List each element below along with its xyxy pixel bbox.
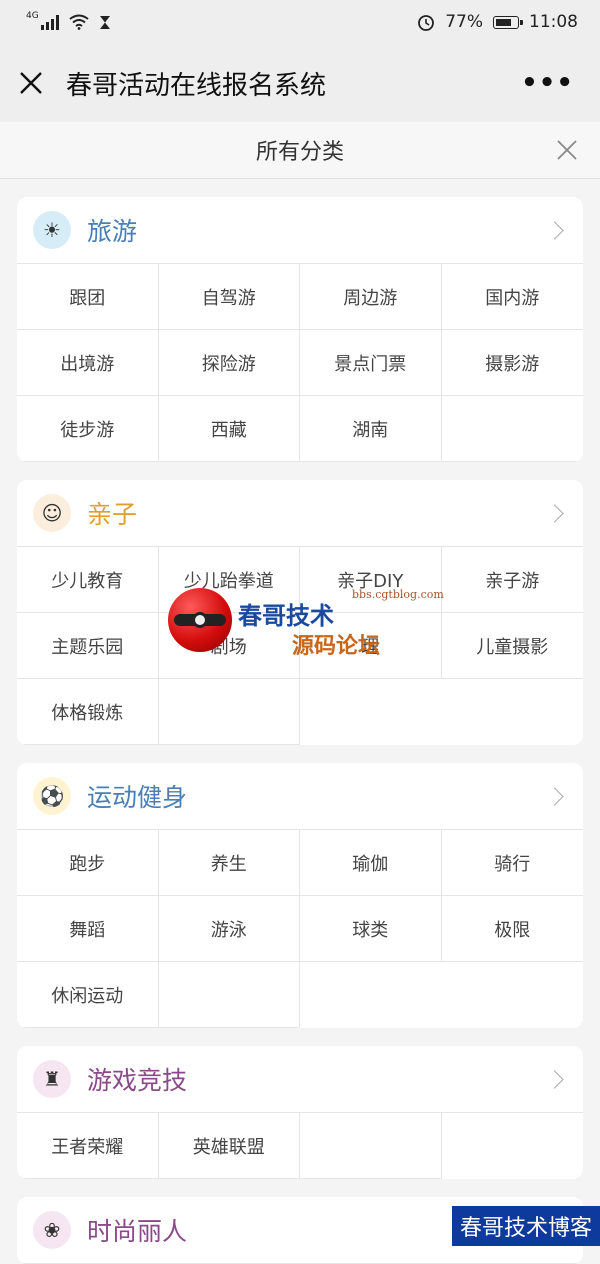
section-title: 旅游 [87, 217, 138, 246]
category-item[interactable]: 出境游 [17, 330, 159, 396]
game-icon: ♜ [33, 1060, 71, 1098]
battery-fill [496, 18, 511, 26]
category-section: ☀ 旅游跟团 自驾游 周边游 国内游出境游 探险游 景点门票 摄影游徒步游 西藏 湖南 [17, 197, 583, 462]
category-item[interactable]: 极限 [441, 896, 583, 962]
status-left: 4G [26, 10, 111, 30]
empty-cell [300, 1113, 442, 1179]
category-item[interactable]: 休闲运动 [17, 962, 159, 1028]
section-title: 运动健身 [87, 783, 188, 812]
category-item[interactable]: 亲子游 [441, 547, 583, 613]
watermark-text-2: 源码论坛 [292, 633, 381, 659]
category-item[interactable]: 主题乐园 [17, 613, 159, 679]
section-header[interactable]: ♜ 游戏竞技 [17, 1046, 583, 1113]
section-grid: 跑步 养生 瑜伽 骑行舞蹈 游泳 球类 极限休闲运动 [17, 830, 583, 1028]
section-title: 亲子 [87, 500, 138, 529]
battery-percent: 77% [445, 12, 483, 32]
ball-icon: ⚽ [33, 777, 71, 815]
category-item[interactable]: 景点门票 [300, 330, 442, 396]
category-item[interactable]: 跑步 [17, 830, 159, 896]
category-item[interactable]: 骑行 [441, 830, 583, 896]
category-item[interactable]: 摄影游 [441, 330, 583, 396]
alarm-icon [418, 15, 435, 31]
network-label: 4G [26, 10, 39, 21]
close-categories-icon[interactable] [556, 139, 578, 161]
category-item[interactable]: 球类 [300, 896, 442, 962]
close-icon[interactable] [18, 70, 44, 96]
category-item[interactable]: 西藏 [158, 396, 300, 462]
section-grid: 王者荣耀 英雄联盟 [17, 1113, 583, 1179]
status-right: 77% 11:08 [417, 12, 578, 32]
chevron-right-icon[interactable] [545, 786, 564, 806]
category-title: 所有分类 [255, 140, 344, 165]
section-header[interactable]: ☀ 旅游 [17, 197, 583, 264]
chevron-right-icon[interactable] [545, 1069, 564, 1089]
signal-icon [40, 14, 59, 30]
more-button[interactable]: ••• [511, 68, 584, 98]
category-header: 所有分类 [0, 122, 600, 179]
fashion-icon: ❀ [33, 1211, 71, 1249]
category-section: ⚽ 运动健身跑步 养生 瑜伽 骑行舞蹈 游泳 球类 极限休闲运动 [17, 763, 583, 1028]
category-item[interactable]: 英雄联盟 [158, 1113, 300, 1179]
category-item[interactable]: 徒步游 [17, 396, 159, 462]
title-bar: 春哥活动在线报名系统 ••• [0, 44, 600, 122]
category-item[interactable]: 儿童摄影 [441, 613, 583, 679]
corner-watermark: 春哥技术博客 [451, 1206, 600, 1246]
wifi-icon [69, 14, 89, 30]
section-grid: 跟团 自驾游 周边游 国内游出境游 探险游 景点门票 摄影游徒步游 西藏 湖南 [17, 264, 583, 462]
page-title: 春哥活动在线报名系统 [66, 70, 327, 101]
category-item[interactable]: 游泳 [158, 896, 300, 962]
empty-cell [158, 962, 300, 1028]
category-item[interactable]: 养生 [158, 830, 300, 896]
hourglass-icon [99, 15, 110, 29]
section-header[interactable]: ⚽ 运动健身 [17, 763, 583, 830]
section-header[interactable]: ☺ 亲子 [17, 480, 583, 547]
empty-cell [158, 679, 300, 745]
watermark-url: bbs.cgtblog.com [352, 588, 444, 601]
category-item[interactable]: 周边游 [300, 264, 442, 330]
category-item[interactable]: 王者荣耀 [17, 1113, 159, 1179]
category-section: ♜ 游戏竞技王者荣耀 英雄联盟 [17, 1046, 583, 1179]
category-item[interactable]: 体格锻炼 [17, 679, 159, 745]
beach-icon: ☀ [33, 211, 71, 249]
category-item[interactable]: 少儿教育 [17, 547, 159, 613]
chevron-right-icon[interactable] [545, 503, 564, 523]
chevron-right-icon[interactable] [545, 220, 564, 240]
category-item[interactable]: 探险游 [158, 330, 300, 396]
status-bar: 4G 77% 11:08 [0, 0, 600, 44]
category-item[interactable]: 湖南 [300, 396, 442, 462]
category-list: ☀ 旅游跟团 自驾游 周边游 国内游出境游 探险游 景点门票 摄影游徒步游 西藏 湖南 ☺ 亲子少儿教… [0, 179, 600, 1264]
category-item[interactable]: 跟团 [17, 264, 159, 330]
category-item[interactable]: 自驾游 [158, 264, 300, 330]
empty-cell [441, 396, 583, 462]
family-icon: ☺ [33, 494, 71, 532]
category-item[interactable]: 舞蹈 [17, 896, 159, 962]
section-title: 游戏竞技 [87, 1066, 188, 1095]
battery-icon [493, 15, 523, 29]
category-item[interactable]: 瑜伽 [300, 830, 442, 896]
clock: 11:08 [529, 12, 578, 32]
watermark-logo [168, 588, 232, 652]
category-item[interactable]: 国内游 [441, 264, 583, 330]
watermark-text: 春哥技术 [238, 601, 334, 630]
